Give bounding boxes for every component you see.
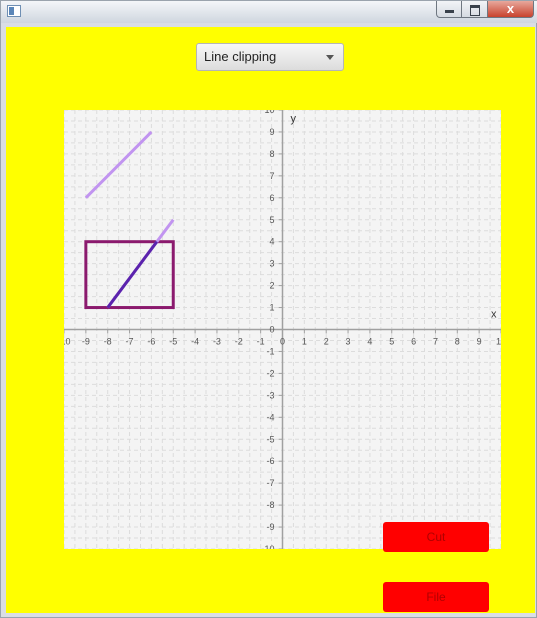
minimize-button[interactable] (436, 1, 462, 18)
y-tick-label: 2 (269, 281, 274, 291)
y-tick-label: -10 (261, 544, 274, 549)
x-tick-label: -1 (257, 337, 265, 347)
x-tick-label: 1 (302, 337, 307, 347)
x-tick-label: -8 (104, 337, 112, 347)
chevron-down-icon (326, 55, 334, 60)
mode-dropdown[interactable]: Line clipping (196, 43, 344, 71)
y-tick-label: -3 (266, 390, 274, 400)
x-tick-label: -5 (169, 337, 177, 347)
app-icon (7, 5, 21, 17)
mode-dropdown-value: Line clipping (204, 49, 277, 64)
x-tick-label: 9 (477, 337, 482, 347)
file-button[interactable]: File (383, 582, 489, 612)
y-tick-label: 4 (269, 237, 274, 247)
x-tick-label: 2 (324, 337, 329, 347)
y-tick-label: -6 (266, 456, 274, 466)
cut-button[interactable]: Cut (383, 522, 489, 552)
y-tick-label: 1 (269, 303, 274, 313)
y-tick-label: 3 (269, 259, 274, 269)
content-area: Line clipping -10-9-8-7-6-5-4-3-2-101234… (6, 27, 535, 613)
x-tick-label: -3 (213, 337, 221, 347)
y-tick-label: 0 (269, 325, 274, 335)
x-tick-label: -7 (126, 337, 134, 347)
x-tick-label: -4 (191, 337, 199, 347)
y-tick-label: -1 (266, 346, 274, 356)
y-tick-label: -5 (266, 434, 274, 444)
window-controls: x (436, 1, 534, 19)
x-axis-label: x (491, 309, 497, 321)
y-tick-label: 5 (269, 215, 274, 225)
y-tick-label: 10 (264, 110, 274, 115)
y-tick-label: 6 (269, 193, 274, 203)
x-tick-label: -10 (64, 337, 71, 347)
y-tick-label: -9 (266, 522, 274, 532)
close-button[interactable]: x (488, 1, 534, 18)
y-tick-label: 9 (269, 127, 274, 137)
x-tick-label: -2 (235, 337, 243, 347)
maximize-button[interactable] (462, 1, 488, 18)
title-bar[interactable]: x (1, 1, 537, 23)
y-tick-label: -7 (266, 478, 274, 488)
x-tick-label: 10 (496, 337, 501, 347)
app-window: x Line clipping -10-9-8-7-6-5-4-3-2-1012… (0, 0, 537, 618)
y-tick-label: -8 (266, 500, 274, 510)
y-tick-label: -4 (266, 412, 274, 422)
x-tick-label: -9 (82, 337, 90, 347)
y-tick-label: 7 (269, 171, 274, 181)
x-tick-label: 8 (455, 337, 460, 347)
y-tick-label: -2 (266, 368, 274, 378)
x-tick-label: 4 (367, 337, 372, 347)
y-tick-label: 8 (269, 149, 274, 159)
x-tick-label: 3 (346, 337, 351, 347)
line-chart[interactable]: -10-9-8-7-6-5-4-3-2-1012345678910-10-9-8… (57, 105, 506, 554)
chart-canvas: -10-9-8-7-6-5-4-3-2-1012345678910-10-9-8… (57, 105, 506, 554)
x-tick-label: 5 (389, 337, 394, 347)
x-tick-label: 7 (433, 337, 438, 347)
x-tick-label: 0 (280, 337, 285, 347)
x-tick-label: 6 (411, 337, 416, 347)
x-tick-label: -6 (147, 337, 155, 347)
y-axis-label: y (291, 113, 297, 125)
